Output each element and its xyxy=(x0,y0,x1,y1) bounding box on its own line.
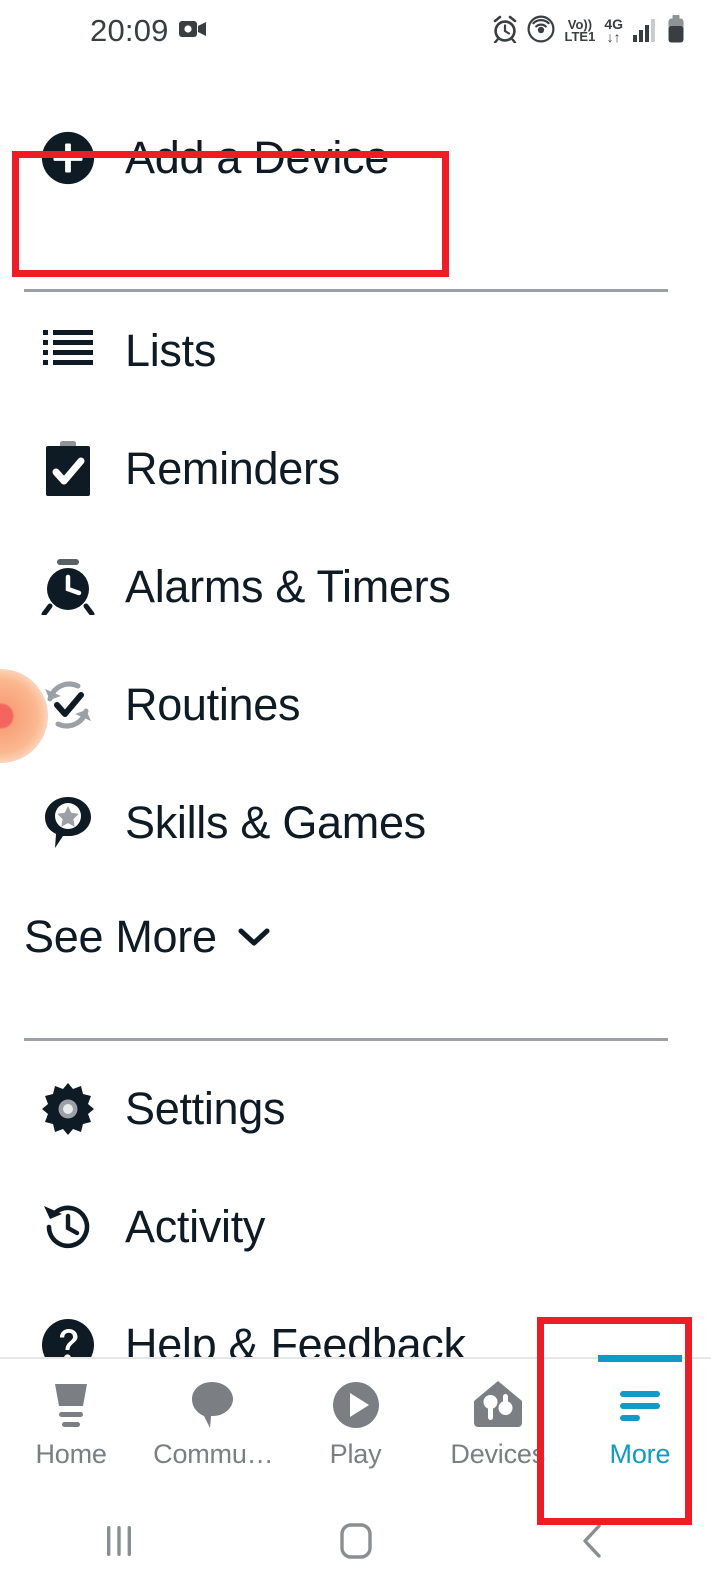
tab-devices[interactable]: Devices xyxy=(427,1359,569,1495)
routines-refresh-check-icon xyxy=(40,677,96,733)
menu-item-label: Add a Device xyxy=(125,131,390,183)
tab-label: Commu… xyxy=(153,1439,274,1469)
menu-item-label: Lists xyxy=(125,325,217,376)
tab-more[interactable]: More xyxy=(569,1355,711,1495)
home-square-icon[interactable] xyxy=(237,1520,474,1562)
alarm-icon xyxy=(492,15,518,48)
tab-play[interactable]: Play xyxy=(284,1359,426,1495)
speech-bubble-star-icon xyxy=(40,794,96,852)
hamburger-menu-icon xyxy=(614,1377,666,1433)
tab-label: More xyxy=(609,1439,671,1469)
see-more-label: See More xyxy=(24,911,217,962)
menu-item-alarms-and-timers[interactable]: Alarms & Timers xyxy=(0,528,711,646)
speech-bubble-icon xyxy=(188,1377,238,1433)
status-bar-left: 20:09 xyxy=(90,13,207,49)
menu-item-skills-and-games[interactable]: Skills & Games xyxy=(0,764,711,882)
phone-screen: 20:09 Vo)) LTE1 4G ↓↑ Add a Device Lists… xyxy=(0,0,711,1587)
menu-item-label: Alarms & Timers xyxy=(125,561,451,612)
tab-label: Devices xyxy=(450,1439,546,1469)
status-bar-clock: 20:09 xyxy=(90,13,169,48)
android-system-nav xyxy=(0,1495,711,1587)
plus-circle-icon xyxy=(40,129,96,187)
menu-item-reminders[interactable]: Reminders xyxy=(0,410,711,528)
tab-active-indicator xyxy=(597,1355,682,1362)
play-circle-icon xyxy=(331,1377,381,1433)
menu-item-label: Routines xyxy=(125,679,301,730)
menu-item-settings[interactable]: Settings xyxy=(0,1050,711,1168)
menu-item-routines[interactable]: Routines xyxy=(0,646,711,764)
menu-item-label: Activity xyxy=(125,1201,266,1252)
divider-top xyxy=(24,289,668,292)
tab-label: Home xyxy=(35,1439,107,1469)
4g-data-icon: 4G ↓↑ xyxy=(604,17,623,45)
status-bar: 20:09 Vo)) LTE1 4G ↓↑ xyxy=(0,0,711,62)
bottom-tab-bar: Home Commu… Play Devices More xyxy=(0,1355,711,1495)
signal-bars-icon xyxy=(632,16,658,47)
menu-item-activity[interactable]: Activity xyxy=(0,1168,711,1286)
menu-item-label: Reminders xyxy=(125,443,340,494)
volte-bottom-label: LTE1 xyxy=(564,29,596,44)
history-clock-icon xyxy=(40,1200,96,1254)
chevron-down-icon xyxy=(237,926,271,948)
network-arrows-label: ↓↑ xyxy=(606,29,621,45)
back-chevron-icon[interactable] xyxy=(474,1520,711,1562)
echo-device-icon xyxy=(45,1377,97,1433)
volte-icon: Vo)) LTE1 xyxy=(564,17,596,44)
tab-home[interactable]: Home xyxy=(0,1359,142,1495)
tab-label: Play xyxy=(329,1439,382,1469)
menu-item-lists[interactable]: Lists xyxy=(0,292,711,410)
hotspot-icon xyxy=(527,15,555,48)
video-camera-icon xyxy=(178,19,207,44)
tab-community[interactable]: Commu… xyxy=(142,1359,284,1495)
clipboard-check-icon xyxy=(40,441,96,497)
recents-icon[interactable] xyxy=(0,1520,237,1562)
see-more-button[interactable]: See More xyxy=(0,882,711,992)
status-bar-right: Vo)) LTE1 4G ↓↑ xyxy=(492,14,685,48)
menu-item-add-a-device[interactable]: Add a Device xyxy=(0,95,711,220)
divider-bottom xyxy=(24,1038,668,1041)
home-devices-icon xyxy=(472,1377,524,1433)
menu-item-label: Settings xyxy=(125,1083,286,1134)
menu-item-label: Skills & Games xyxy=(125,797,426,848)
list-icon xyxy=(40,326,96,376)
alarm-clock-icon xyxy=(40,559,96,615)
battery-icon xyxy=(667,14,685,48)
gear-icon xyxy=(40,1081,96,1137)
